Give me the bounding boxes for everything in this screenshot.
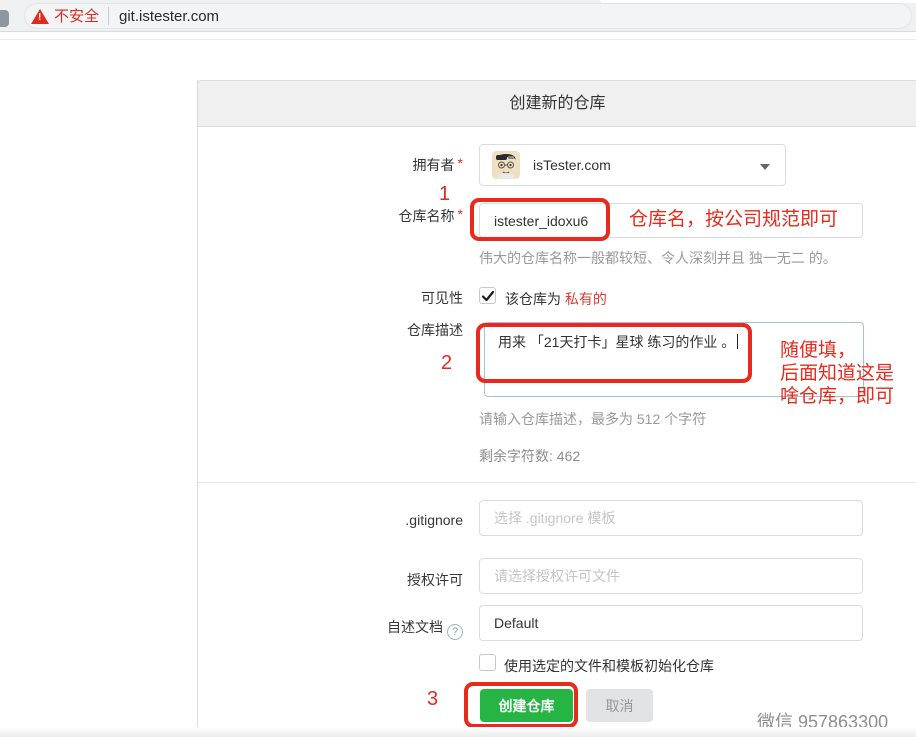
chrome-divider xyxy=(0,39,916,40)
create-repo-button[interactable]: 创建仓库 xyxy=(480,689,573,722)
chevron-down-icon xyxy=(760,164,770,170)
gitignore-placeholder: 选择 .gitignore 模板 xyxy=(494,508,615,528)
license-label: 授权许可 xyxy=(198,571,463,589)
readme-input[interactable]: Default xyxy=(479,605,863,641)
description-value: 用来 「21天打卡」星球 练习的作业 。 xyxy=(498,334,735,350)
private-highlight: 私有的 xyxy=(565,291,607,307)
text-caret xyxy=(737,334,738,349)
annotation-repo-name-note: 仓库名，按公司规范即可 xyxy=(629,208,838,231)
owner-avatar xyxy=(492,151,520,179)
annotation-step-3: 3 xyxy=(427,689,438,709)
remaining-chars: 剩余字符数: 462 xyxy=(479,446,580,466)
help-icon[interactable]: ? xyxy=(447,624,463,640)
repo-name-value: istester_idoxu6 xyxy=(494,213,588,229)
browser-address-bar: ! 不安全 git.istester.com xyxy=(0,0,916,32)
license-placeholder: 请选择授权许可文件 xyxy=(494,566,620,586)
gitignore-input[interactable]: 选择 .gitignore 模板 xyxy=(479,500,863,536)
annotation-description-note: 随便填， 后面知道这是 啥仓库，即可 xyxy=(780,339,894,408)
required-asterisk: * xyxy=(458,155,463,171)
bottom-edge xyxy=(0,727,916,737)
description-help: 请输入仓库描述，最多为 512 个字符 xyxy=(479,409,706,429)
description-label: 仓库描述 xyxy=(198,321,463,339)
security-warning-glyph: ! xyxy=(38,13,41,23)
required-asterisk: * xyxy=(458,206,463,222)
not-secure-label[interactable]: 不安全 xyxy=(54,8,99,25)
cancel-button[interactable]: 取消 xyxy=(586,689,653,722)
visibility-label: 可见性 xyxy=(198,289,463,307)
url-separator xyxy=(108,7,109,25)
visibility-text: 该仓库为 私有的 xyxy=(505,289,607,309)
owner-value: isTester.com xyxy=(533,157,611,173)
license-input[interactable]: 请选择授权许可文件 xyxy=(479,558,863,594)
create-repo-panel: 创建新的仓库 拥有者* isTester.com 1 仓库名称* isteste… xyxy=(197,80,916,737)
repo-name-label: 仓库名称* xyxy=(198,207,463,225)
page-title: 创建新的仓库 xyxy=(197,80,916,127)
init-repo-label: 使用选定的文件和模板初始化仓库 xyxy=(504,656,714,676)
private-checkbox[interactable] xyxy=(479,287,496,304)
repo-name-help: 伟大的仓库名称一般都较短、令人深刻并且 独一无二 的。 xyxy=(479,248,837,268)
owner-dropdown[interactable]: isTester.com xyxy=(479,144,786,186)
owner-label: 拥有者* xyxy=(198,156,463,174)
gitignore-label: .gitignore xyxy=(198,511,463,529)
checkmark-icon xyxy=(481,289,495,303)
readme-label: 自述文档? xyxy=(198,618,463,640)
section-divider xyxy=(198,482,916,483)
chrome-notch xyxy=(600,0,916,3)
annotation-step-2: 2 xyxy=(441,353,452,373)
url-text[interactable]: git.istester.com xyxy=(119,8,219,25)
init-repo-checkbox[interactable] xyxy=(479,654,496,671)
browser-partial-icon xyxy=(0,10,9,27)
annotation-step-1: 1 xyxy=(439,184,450,204)
readme-value: Default xyxy=(494,615,538,631)
